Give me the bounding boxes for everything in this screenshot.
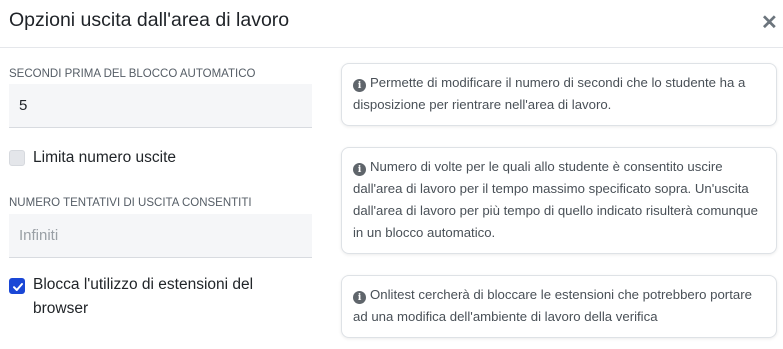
block-extensions-help-text: Onlitest cercherà di bloccare le estensi… (353, 287, 752, 324)
limit-exits-help-text: Numero di volte per le quali allo studen… (353, 159, 758, 240)
block-extensions-label: Blocca l'utilizzo di estensioni del brow… (33, 276, 254, 317)
block-extensions-checkbox[interactable] (9, 278, 25, 294)
dialog-header: Opzioni uscita dall'area di lavoro ✕ (0, 0, 783, 48)
auto-block-field[interactable] (9, 84, 312, 128)
limit-exits-checkbox[interactable] (9, 150, 25, 166)
info-icon: i (353, 291, 366, 304)
auto-block-input[interactable] (9, 84, 312, 127)
block-extensions-help: i Onlitest cercherà di bloccare le estens… (341, 275, 777, 338)
auto-block-label: SECONDI PRIMA DEL BLOCCO AUTOMATICO (9, 68, 256, 80)
exit-attempts-field[interactable] (9, 214, 312, 258)
dialog-title: Opzioni uscita dall'area di lavoro (9, 9, 290, 31)
exit-attempts-input[interactable] (9, 214, 312, 257)
auto-block-help: i Permette di modificare il numero di sec… (341, 63, 777, 126)
info-icon: i (353, 163, 366, 176)
info-icon: i (353, 79, 366, 92)
exit-attempts-label: NUMERO TENTATIVI DI USCITA CONSENTITI (9, 197, 252, 209)
limit-exits-label: Limita numero uscite (33, 149, 177, 166)
auto-block-help-text: Permette di modificare il numero di seco… (353, 75, 746, 112)
checkmark-icon (13, 283, 23, 291)
close-icon[interactable]: ✕ (761, 12, 778, 34)
limit-exits-help: i Numero di volte per le quali allo stude… (341, 147, 777, 254)
